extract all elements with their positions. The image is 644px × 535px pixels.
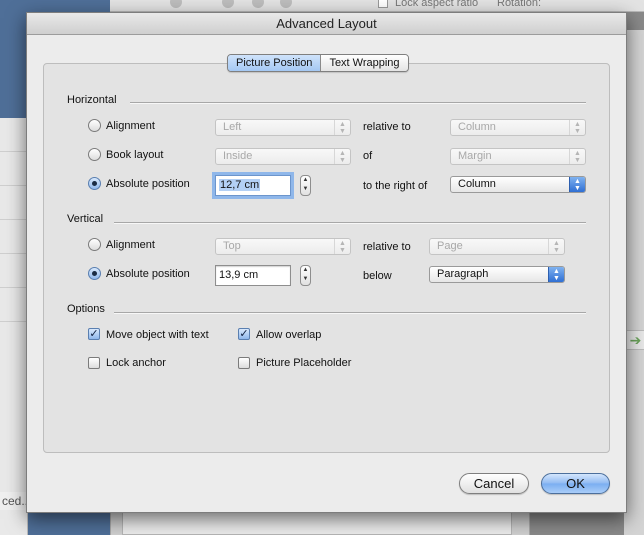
book-layout-relation-popup[interactable]: Margin ▲ ▼ — [450, 148, 586, 165]
updown-arrows-icon: ▲ ▼ — [569, 120, 585, 135]
advanced-layout-dialog: Advanced Layout Picture Position Text Wr… — [26, 12, 627, 513]
move-object-with-text-checkbox[interactable]: ✓ — [88, 328, 100, 340]
tab-picture-position[interactable]: Picture Position — [228, 55, 321, 71]
lock-anchor-label: Lock anchor — [106, 357, 166, 369]
vertical-absolute-relation-value: Paragraph — [437, 268, 489, 280]
horizontal-absolute-position-radio[interactable] — [88, 177, 101, 190]
vertical-absolute-position-input[interactable]: 13,9 cm — [215, 265, 291, 286]
lock-aspect-ratio-checkbox[interactable] — [378, 0, 388, 8]
book-layout-radio[interactable] — [88, 148, 101, 161]
vertical-alignment-relation-label: relative to — [363, 241, 411, 253]
vertical-absolute-relation-label: below — [363, 270, 392, 282]
horizontal-absolute-relation-popup[interactable]: Column ▲ ▼ — [450, 176, 586, 193]
horizontal-alignment-label: Alignment — [106, 120, 155, 132]
toolbar-icon — [252, 0, 264, 8]
updown-arrows-icon: ▲ ▼ — [334, 239, 350, 254]
background-panel-row — [0, 186, 27, 220]
vertical-absolute-position-radio[interactable] — [88, 267, 101, 280]
checkmark-icon: ✓ — [89, 328, 99, 340]
tab-text-wrapping[interactable]: Text Wrapping — [320, 55, 408, 71]
horizontal-absolute-position-value: 12,7 cm — [219, 179, 261, 191]
updown-arrows-icon: ▲ ▼ — [548, 267, 564, 282]
horizontal-alignment-value: Left — [223, 121, 242, 133]
horizontal-absolute-position-label: Absolute position — [106, 178, 190, 190]
rotation-label: Rotation: — [497, 0, 542, 9]
book-layout-relation-label: of — [363, 150, 373, 162]
book-layout-popup[interactable]: Inside ▲ ▼ — [215, 148, 351, 165]
horizontal-alignment-radio[interactable] — [88, 119, 101, 132]
vertical-alignment-value: Top — [223, 240, 241, 252]
updown-arrows-icon: ▲ ▼ — [569, 177, 585, 192]
vertical-alignment-radio[interactable] — [88, 238, 101, 251]
lock-anchor-checkbox[interactable] — [88, 357, 100, 369]
allow-overlap-checkbox[interactable]: ✓ — [238, 328, 250, 340]
toolbar-icon — [222, 0, 234, 8]
vertical-section-title: Vertical — [67, 213, 104, 225]
allow-overlap-label: Allow overlap — [256, 329, 322, 341]
horizontal-absolute-position-input[interactable]: 12,7 cm — [215, 175, 291, 196]
vertical-absolute-position-value: 13,9 cm — [219, 269, 259, 281]
horizontal-alignment-popup[interactable]: Left ▲ ▼ — [215, 119, 351, 136]
toolbar-icon — [280, 0, 292, 8]
options-section-title: Options — [67, 303, 105, 315]
vertical-alignment-relation-value: Page — [437, 240, 463, 252]
background-toolbar: Lock aspect ratio Rotation: — [110, 0, 644, 12]
cancel-button[interactable]: Cancel — [459, 473, 529, 494]
updown-arrows-icon: ▲ ▼ — [334, 120, 350, 135]
picture-placeholder-checkbox[interactable] — [238, 357, 250, 369]
background-right-strip — [624, 30, 644, 535]
vertical-alignment-label: Alignment — [106, 239, 155, 251]
horizontal-alignment-relation-value: Column — [458, 121, 496, 133]
background-panel-text: ced... — [0, 492, 26, 510]
vertical-divider — [114, 222, 586, 223]
vertical-alignment-relation-popup[interactable]: Page ▲ ▼ — [429, 238, 565, 255]
horizontal-absolute-relation-value: Column — [458, 178, 496, 190]
background-panel-row — [0, 288, 27, 322]
vertical-alignment-popup[interactable]: Top ▲ ▼ — [215, 238, 351, 255]
updown-arrows-icon: ▲ ▼ — [334, 149, 350, 164]
dialog-title: Advanced Layout — [27, 13, 626, 35]
picture-placeholder-label: Picture Placeholder — [256, 357, 352, 369]
horizontal-position-stepper[interactable]: ▲ ▼ — [300, 175, 311, 196]
ok-button[interactable]: OK — [541, 473, 610, 494]
updown-arrows-icon: ▲ ▼ — [569, 149, 585, 164]
green-arrow-icon[interactable]: ➔ — [626, 330, 644, 350]
toolbar-icon — [170, 0, 182, 8]
book-layout-relation-value: Margin — [458, 150, 492, 162]
book-layout-value: Inside — [223, 150, 253, 162]
tab-bar: Picture Position Text Wrapping — [227, 54, 409, 72]
horizontal-absolute-relation-label: to the right of — [363, 180, 428, 192]
background-panel-row — [0, 152, 27, 186]
horizontal-divider — [130, 102, 586, 103]
vertical-absolute-relation-popup[interactable]: Paragraph ▲ ▼ — [429, 266, 565, 283]
book-layout-label: Book layout — [106, 149, 164, 161]
horizontal-alignment-relation-label: relative to — [363, 121, 411, 133]
move-object-with-text-label: Move object with text — [106, 329, 209, 341]
updown-arrows-icon: ▲ ▼ — [548, 239, 564, 254]
background-left-panel — [0, 118, 28, 535]
vertical-position-stepper[interactable]: ▲ ▼ — [300, 265, 311, 286]
checkmark-icon: ✓ — [239, 328, 249, 340]
options-divider — [114, 312, 586, 313]
background-panel-row — [0, 220, 27, 254]
picture-position-panel: Horizontal Alignment Left ▲ ▼ relative to… — [43, 63, 610, 453]
horizontal-section-title: Horizontal — [67, 94, 117, 106]
vertical-absolute-position-label: Absolute position — [106, 268, 190, 280]
lock-aspect-ratio-label: Lock aspect ratio — [395, 0, 479, 9]
background-panel-row — [0, 118, 27, 152]
background-panel-row — [0, 254, 27, 288]
horizontal-alignment-relation-popup[interactable]: Column ▲ ▼ — [450, 119, 586, 136]
